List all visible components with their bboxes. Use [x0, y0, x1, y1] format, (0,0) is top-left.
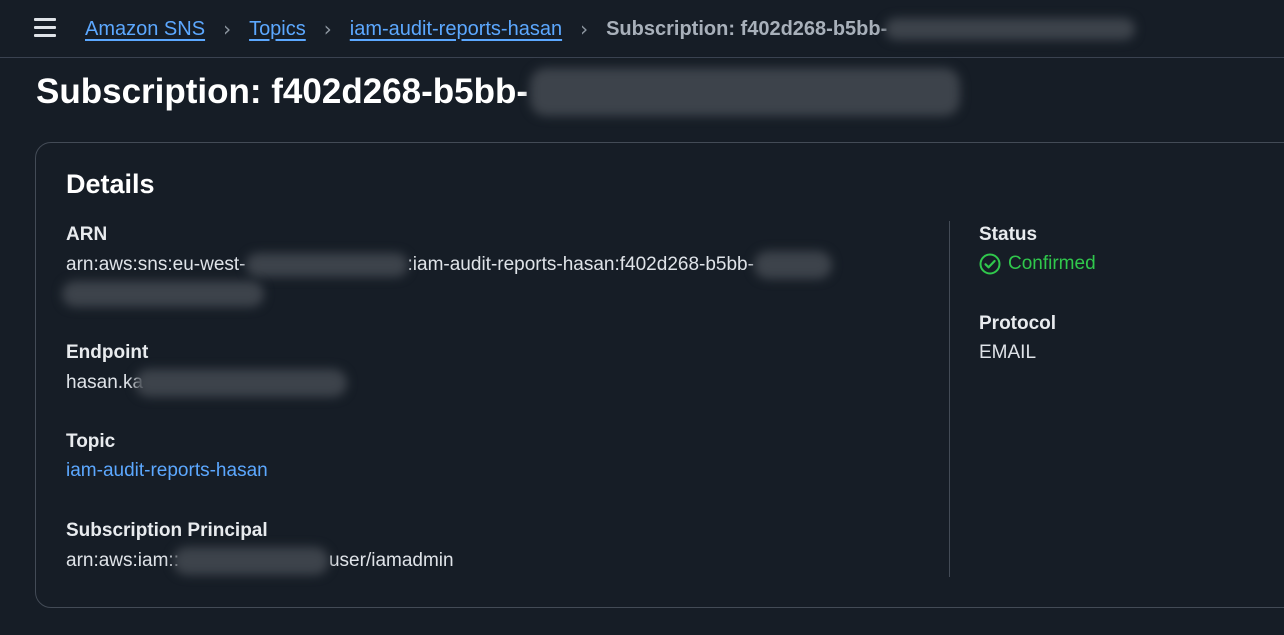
breadcrumb: Amazon SNS › Topics › iam-audit-reports-…: [85, 14, 1136, 44]
breadcrumb-amazon-sns[interactable]: Amazon SNS: [85, 18, 205, 41]
redacted-blur: [172, 547, 329, 575]
protocol-label: Protocol: [979, 313, 1057, 334]
status-label: Status: [979, 224, 1038, 245]
redacted-blur: [62, 281, 264, 307]
breadcrumb-current: Subscription: f402d268-b5bb-: [606, 17, 888, 40]
subscription-principal-field: Subscription Principal arn:aws:iam:: user…: [66, 519, 454, 575]
column-divider: [949, 221, 950, 577]
breadcrumb-topic-name[interactable]: iam-audit-reports-hasan: [350, 18, 562, 41]
chevron-right-icon: ›: [323, 17, 332, 41]
arn-value: arn:aws:sns:eu-west- :iam-audit-reports-h…: [66, 251, 832, 279]
arn-label: ARN: [66, 224, 108, 245]
status-field: Status Confirmed: [979, 223, 1096, 277]
top-navigation-bar: Amazon SNS › Topics › iam-audit-reports-…: [0, 0, 1284, 58]
principal-value-part1: arn:aws:iam::: [66, 550, 179, 572]
page-title: Subscription: f402d268-b5bb-: [36, 68, 961, 116]
page-title-text: Subscription: f402d268-b5bb-: [36, 72, 529, 111]
topic-label: Topic: [66, 431, 116, 452]
topic-link[interactable]: iam-audit-reports-hasan: [66, 458, 268, 484]
topic-field: Topic iam-audit-reports-hasan: [66, 430, 268, 484]
breadcrumb-topics[interactable]: Topics: [249, 18, 306, 41]
details-heading: Details: [66, 169, 155, 199]
redacted-blur: [245, 253, 408, 277]
redacted-blur: [135, 369, 348, 397]
subscription-principal-value: arn:aws:iam:: user/iamadmin: [66, 547, 454, 575]
chevron-right-icon: ›: [580, 17, 589, 41]
redacted-blur: [530, 68, 961, 116]
chevron-right-icon: ›: [223, 17, 232, 41]
subscription-principal-label: Subscription Principal: [66, 520, 268, 541]
endpoint-field: Endpoint hasan.ka: [66, 341, 348, 397]
arn-field: ARN arn:aws:sns:eu-west- :iam-audit-repor…: [62, 223, 832, 307]
details-panel: Details ARN arn:aws:sns:eu-west- :iam-aud…: [35, 142, 1284, 608]
protocol-value: EMAIL: [979, 342, 1037, 363]
check-circle-icon: [979, 253, 1001, 275]
endpoint-label: Endpoint: [66, 342, 149, 363]
menu-icon[interactable]: [34, 18, 56, 38]
principal-value-part2: user/iamadmin: [328, 550, 454, 572]
endpoint-value: hasan.ka: [66, 369, 348, 397]
protocol-field: Protocol EMAIL: [979, 312, 1056, 366]
endpoint-value-text: hasan.ka: [66, 372, 144, 394]
arn-value-part2: :iam-audit-reports-hasan:f402d268-b5bb-: [407, 254, 754, 276]
redacted-blur: [885, 18, 1136, 40]
status-value-text: Confirmed: [1008, 253, 1096, 274]
status-value: Confirmed: [979, 251, 1096, 277]
arn-value-part1: arn:aws:sns:eu-west-: [66, 254, 246, 276]
redacted-blur: [753, 251, 832, 279]
arn-value-line2: [62, 281, 832, 307]
